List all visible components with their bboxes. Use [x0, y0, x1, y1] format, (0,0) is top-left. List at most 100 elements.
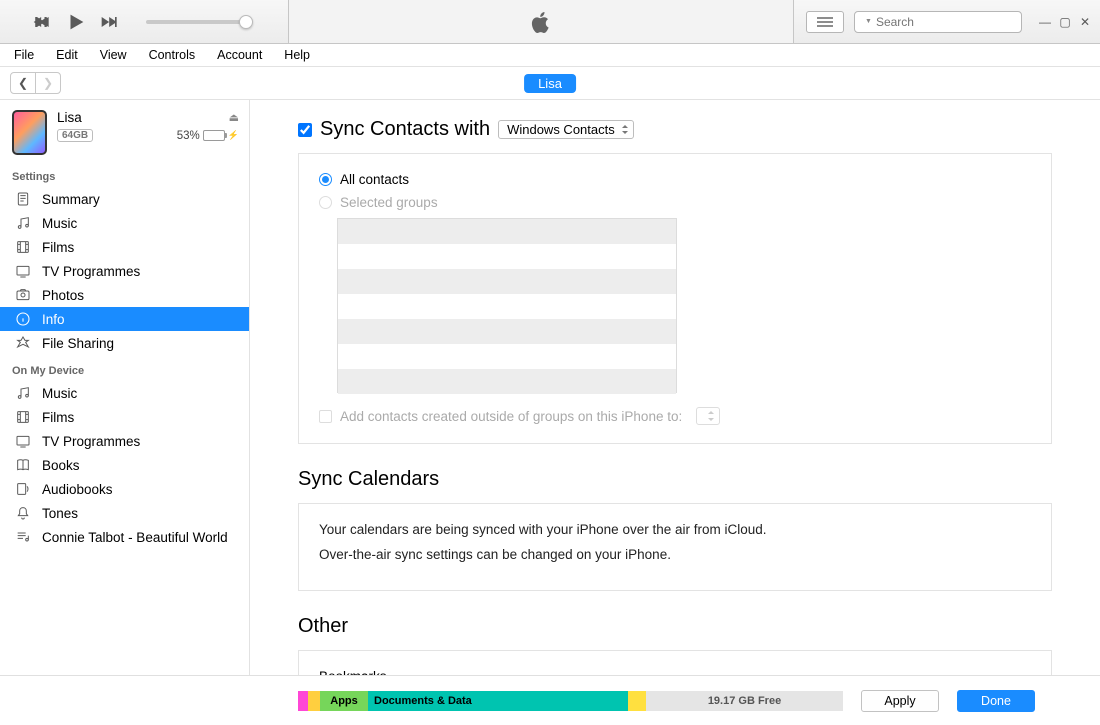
calendars-info-2: Over-the-air sync settings can be change…: [319, 547, 1031, 562]
storage-seg-audio: [298, 691, 308, 711]
apply-button[interactable]: Apply: [861, 690, 939, 712]
sidebar-item-label: TV Programmes: [42, 264, 140, 279]
chevron-down-icon: ▼: [865, 18, 872, 25]
device-chip[interactable]: Lisa: [524, 74, 576, 93]
sidebar-item-label: Photos: [42, 288, 84, 303]
sidebar-heading-on-device: On My Device: [0, 355, 249, 381]
list-view-button[interactable]: [806, 11, 844, 33]
device-thumbnail-icon: [12, 110, 47, 155]
other-title: Other: [298, 615, 1052, 638]
battery-icon: [203, 130, 225, 141]
sidebar-item-tv-programmes[interactable]: TV Programmes: [0, 429, 249, 453]
summary-icon: [14, 191, 32, 207]
volume-slider[interactable]: [146, 20, 246, 24]
next-track-button[interactable]: [98, 10, 122, 34]
music-icon: [14, 385, 32, 401]
sync-contacts-checkbox[interactable]: [298, 123, 312, 137]
sidebar-item-tv-programmes[interactable]: TV Programmes: [0, 259, 249, 283]
storage-seg-apps: Apps: [320, 691, 368, 711]
sidebar-item-summary[interactable]: Summary: [0, 187, 249, 211]
apps-icon: [14, 335, 32, 351]
sidebar-item-label: File Sharing: [42, 336, 114, 351]
eject-icon[interactable]: ⏏: [229, 111, 239, 124]
contacts-provider-dropdown[interactable]: Windows Contacts: [498, 120, 634, 139]
menu-bar: File Edit View Controls Account Help: [0, 44, 1100, 67]
sync-contacts-title: Sync Contacts with: [320, 118, 490, 141]
films-icon: [14, 239, 32, 255]
sidebar-item-tones[interactable]: Tones: [0, 501, 249, 525]
sidebar-item-file-sharing[interactable]: File Sharing: [0, 331, 249, 355]
sidebar-item-books[interactable]: Books: [0, 453, 249, 477]
sidebar-item-photos[interactable]: Photos: [0, 283, 249, 307]
maximize-button[interactable]: ▢: [1058, 15, 1072, 29]
sync-contacts-title-row: Sync Contacts with Windows Contacts: [298, 118, 1052, 141]
sidebar-item-music[interactable]: Music: [0, 381, 249, 405]
sidebar-item-label: Books: [42, 458, 80, 473]
sidebar-item-label: Music: [42, 386, 77, 401]
right-cluster: ▼ — ▢ ✕: [794, 11, 1100, 33]
radio-icon: [319, 173, 332, 186]
minimize-button[interactable]: —: [1038, 15, 1052, 29]
storage-seg-photos: [308, 691, 320, 711]
books-icon: [14, 457, 32, 473]
sidebar-item-label: Summary: [42, 192, 100, 207]
storage-seg-docs: Documents & Data: [368, 691, 628, 711]
radio-all-contacts[interactable]: All contacts: [319, 172, 1031, 187]
bookmarks-label: Bookmarks: [319, 669, 1031, 675]
sync-calendars-title: Sync Calendars: [298, 468, 1052, 491]
done-button[interactable]: Done: [957, 690, 1035, 712]
sidebar-item-connie-talbot-beautiful-world[interactable]: Connie Talbot - Beautiful World: [0, 525, 249, 549]
add-outside-checkbox[interactable]: [319, 410, 332, 423]
groups-listbox: [337, 218, 677, 393]
other-panel: Bookmarks: [298, 650, 1052, 675]
sidebar-item-label: Films: [42, 240, 74, 255]
window-buttons: — ▢ ✕: [1038, 15, 1092, 29]
bottom-bar: Apps Documents & Data 19.17 GB Free Appl…: [0, 675, 1100, 725]
calendars-info-1: Your calendars are being synced with you…: [319, 522, 1031, 537]
sidebar-heading-settings: Settings: [0, 161, 249, 187]
search-box[interactable]: ▼: [854, 11, 1022, 33]
storage-seg-other: [628, 691, 646, 711]
play-button[interactable]: [64, 10, 88, 34]
menu-help[interactable]: Help: [280, 46, 314, 64]
menu-edit[interactable]: Edit: [52, 46, 82, 64]
menu-view[interactable]: View: [96, 46, 131, 64]
capacity-badge: 64GB: [57, 129, 93, 142]
sidebar-item-films[interactable]: Films: [0, 235, 249, 259]
nav-forward-button[interactable]: ❯: [35, 72, 61, 94]
sidebar-item-films[interactable]: Films: [0, 405, 249, 429]
search-input[interactable]: [876, 15, 1031, 29]
charging-icon: ⚡: [228, 130, 239, 141]
contacts-panel: All contacts Selected groups Add contact…: [298, 153, 1052, 444]
content-scroll[interactable]: Sync Contacts with Windows Contacts All …: [250, 100, 1100, 675]
sidebar-item-label: Info: [42, 312, 65, 327]
sidebar-item-label: TV Programmes: [42, 434, 140, 449]
sidebar-item-label: Music: [42, 216, 77, 231]
lcd-display: [288, 0, 794, 43]
tones-icon: [14, 505, 32, 521]
sidebar-item-info[interactable]: Info: [0, 307, 249, 331]
calendars-panel: Your calendars are being synced with you…: [298, 503, 1052, 591]
menu-file[interactable]: File: [10, 46, 38, 64]
sidebar-item-label: Connie Talbot - Beautiful World: [42, 530, 228, 545]
radio-selected-groups[interactable]: Selected groups: [319, 195, 1031, 210]
close-button[interactable]: ✕: [1078, 15, 1092, 29]
sidebar-item-label: Audiobooks: [42, 482, 113, 497]
add-outside-dropdown[interactable]: [696, 407, 720, 425]
audiobooks-icon: [14, 481, 32, 497]
sidebar-item-music[interactable]: Music: [0, 211, 249, 235]
storage-free: 19.17 GB Free: [646, 691, 843, 711]
sidebar-item-audiobooks[interactable]: Audiobooks: [0, 477, 249, 501]
sidebar-item-label: Films: [42, 410, 74, 425]
menu-controls[interactable]: Controls: [145, 46, 200, 64]
playlist-icon: [14, 529, 32, 545]
add-outside-label: Add contacts created outside of groups o…: [340, 409, 682, 424]
info-icon: [14, 311, 32, 327]
apple-logo-icon: [528, 9, 554, 35]
prev-track-button[interactable]: [30, 10, 54, 34]
battery-status: 53% ⚡: [177, 130, 239, 142]
nav-back-button[interactable]: ❮: [10, 72, 36, 94]
menu-account[interactable]: Account: [213, 46, 266, 64]
add-outside-groups-row: Add contacts created outside of groups o…: [319, 407, 1031, 425]
volume-thumb[interactable]: [239, 15, 253, 29]
